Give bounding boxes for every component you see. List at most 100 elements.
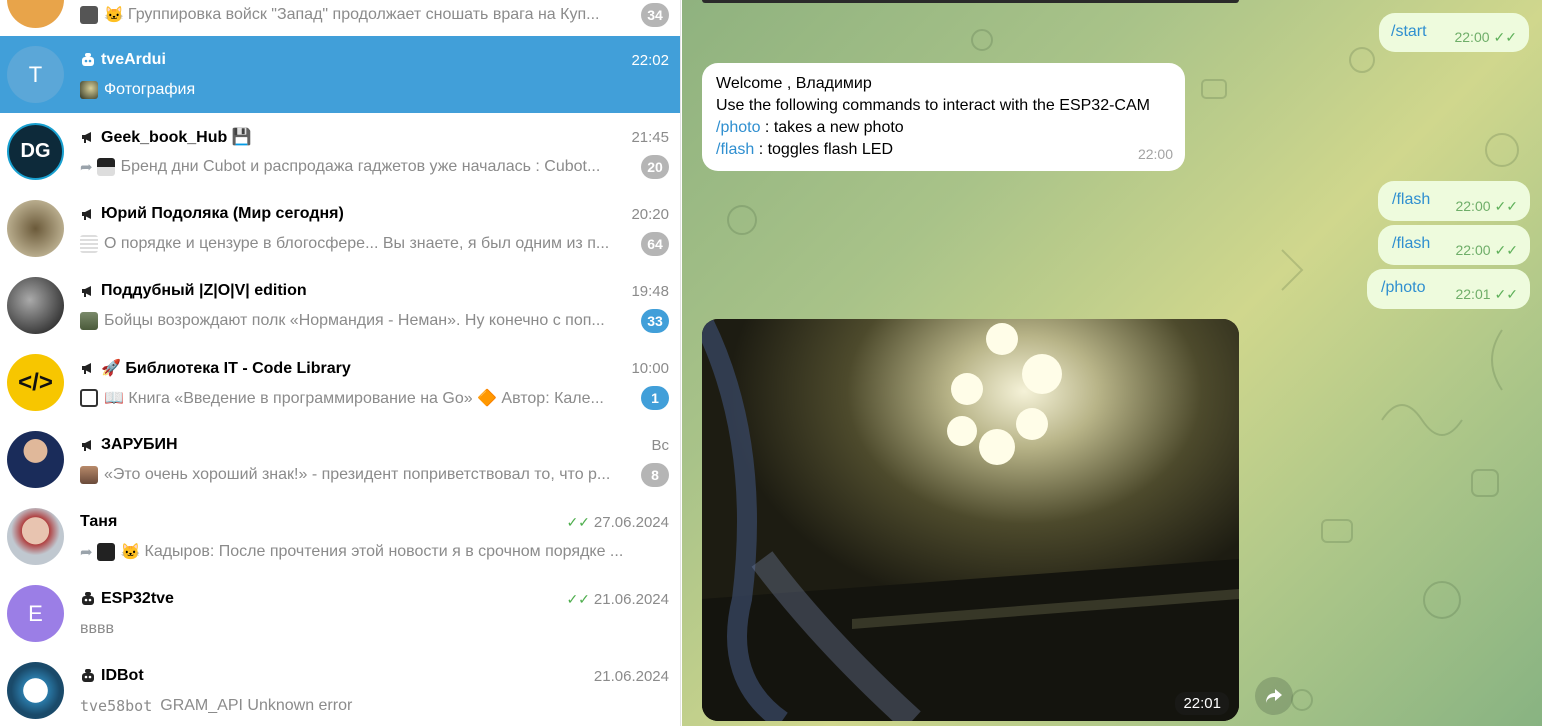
message-time: 22:01 (1455, 286, 1491, 302)
channel-icon (80, 283, 96, 299)
article-thumb-icon (80, 235, 98, 253)
photo-time: 22:01 (1175, 692, 1229, 715)
chat-item-tanya[interactable]: Таня ✓✓ 27.06.2024 ➦ 🐱 Кадыров: После про… (0, 498, 680, 575)
message-flash[interactable]: /flash 22:00 ✓✓ (1378, 225, 1530, 265)
chat-preview: Группировка войск "Запад" продолжает сно… (127, 6, 600, 23)
photo-command-link[interactable]: /photo (716, 119, 760, 136)
chat-item[interactable]: 🐱 Группировка войск "Запад" продолжает с… (0, 0, 680, 38)
chat-preview: Кадыров: После прочтения этой новости я … (144, 543, 624, 560)
message-meta: 22:00 ✓✓ (1455, 242, 1518, 260)
message-time: 22:00 (1454, 29, 1490, 45)
book-thumb-icon (80, 389, 98, 407)
double-check-icon: ✓✓ (1493, 29, 1517, 45)
avatar (7, 200, 64, 257)
flash-command-link[interactable]: /flash (716, 141, 754, 158)
chat-preview: Бойцы возрождают полк «Нормандия - Неман… (104, 312, 605, 329)
instructions-line: Use the following commands to interact w… (716, 97, 1150, 114)
chat-preview: 📖 Книга «Введение в программирование на … (104, 390, 604, 407)
photo-thumb-icon (80, 81, 98, 99)
message-photo-command[interactable]: /photo 22:01 ✓✓ (1367, 269, 1530, 309)
chat-title: Таня (80, 513, 118, 530)
bot-icon (80, 591, 96, 607)
chat-time-text: 27.06.2024 (593, 513, 669, 531)
message-welcome[interactable]: Welcome , Владимир Use the following com… (702, 63, 1185, 171)
photo-thumb-icon (80, 312, 98, 330)
avatar (7, 662, 64, 719)
cat-emoji-icon: 🐱 (120, 544, 141, 561)
avatar (7, 277, 64, 334)
unread-badge: 34 (641, 3, 669, 27)
message-time: 22:00 (1455, 198, 1491, 214)
photo-message[interactable]: 22:01 (702, 319, 1239, 721)
unread-badge: 1 (641, 386, 669, 410)
cat-emoji-icon: 🐱 (104, 7, 124, 24)
chat-time: Вс (651, 436, 669, 454)
chat-title: Geek_book_Hub 💾 (101, 129, 252, 146)
forward-icon: ➦ (80, 159, 93, 176)
message-time: 22:00 (1137, 146, 1173, 162)
command-link[interactable]: /photo (1381, 279, 1425, 296)
message-meta: 22:01 ✓✓ (1455, 286, 1518, 304)
chat-item-idbot[interactable]: IDBot 21.06.2024 tve58bot GRAM_API Unkno… (0, 652, 680, 726)
avatar (7, 508, 64, 565)
code-snippet: tve58bot (80, 697, 153, 715)
chat-item-poddubny[interactable]: Поддубный |Z|O|V| edition 19:48 Бойцы во… (0, 267, 680, 344)
message-time: 22:00 (1455, 242, 1491, 258)
double-check-icon: ✓✓ (1494, 242, 1518, 258)
avatar-letter: T (28, 61, 43, 87)
media-thumb-icon (96, 543, 115, 561)
chat-item-esp32tve[interactable]: E ESP32tve ✓✓ 21.06.2024 вввв (0, 575, 680, 652)
chat-title: ESP32tve (101, 590, 174, 607)
double-check-icon: ✓✓ (566, 513, 590, 530)
welcome-line: Welcome , Владимир (716, 75, 872, 92)
chat-time: 20:20 (631, 205, 669, 223)
photo-thumb-icon (80, 466, 98, 484)
chat-item-geek-book-hub[interactable]: DG Geek_book_Hub 💾 21:45 ➦ Бренд дни Cub… (0, 113, 680, 190)
unread-badge: 8 (641, 463, 669, 487)
chat-item-zarubin[interactable]: ЗАРУБИН Вс «Это очень хороший знак!» - п… (0, 421, 680, 498)
command-link[interactable]: /flash (1392, 191, 1430, 208)
channel-icon (80, 437, 96, 453)
chat-time: 21:45 (631, 128, 669, 146)
photo-command-desc: : takes a new photo (760, 119, 904, 136)
chat-time-text: 21.06.2024 (593, 590, 669, 608)
share-button[interactable] (1255, 677, 1293, 715)
chat-title: tveArdui (101, 51, 166, 68)
media-thumb-icon (96, 158, 115, 176)
message-meta: 22:00 ✓✓ (1455, 198, 1518, 216)
chat-time: 22:02 (631, 51, 669, 69)
avatar (7, 0, 64, 28)
bot-icon (80, 52, 96, 68)
message-start[interactable]: /start 22:00 ✓✓ (1379, 13, 1529, 52)
avatar (7, 431, 64, 488)
chat-title: IDBot (101, 667, 144, 684)
chat-preview: GRAM_API Unknown error (160, 697, 353, 714)
chat-preview: «Это очень хороший знак!» - президент по… (104, 466, 611, 483)
avatar: DG (7, 123, 64, 180)
forward-arrow-icon (1266, 689, 1282, 703)
chat-preview: О порядке и цензуре в блогосфере... Вы з… (104, 235, 610, 252)
unread-badge: 64 (641, 232, 669, 256)
chat-item-code-library[interactable]: </> 🚀 Библиотека IT - Code Library 10:00… (0, 344, 680, 421)
message-flash[interactable]: /flash 22:00 ✓✓ (1378, 181, 1530, 221)
double-check-icon: ✓✓ (1494, 198, 1518, 214)
chat-view: /start 22:00 ✓✓ Welcome , Владимир Use th… (682, 0, 1542, 726)
chat-time: 10:00 (631, 359, 669, 377)
chat-item-tveardui[interactable]: T tveArdui 22:02 Фотография (0, 36, 680, 113)
chat-preview: Бренд дни Cubot и распродажа гаджетов уж… (120, 158, 601, 175)
photo-image (702, 319, 1239, 721)
video-thumb-icon (80, 6, 98, 24)
chat-time: ✓✓ 27.06.2024 (566, 514, 669, 531)
unread-badge: 33 (641, 309, 669, 333)
double-check-icon: ✓✓ (566, 590, 590, 607)
chat-item-podolyaka[interactable]: Юрий Подоляка (Мир сегодня) 20:20 О поря… (0, 190, 680, 267)
chat-list: 🐱 Группировка войск "Запад" продолжает с… (0, 0, 681, 726)
unread-badge: 20 (641, 155, 669, 179)
command-link[interactable]: /start (1391, 23, 1427, 40)
chat-time: 21.06.2024 (593, 667, 669, 685)
chat-title: Юрий Подоляка (Мир сегодня) (101, 205, 344, 222)
channel-icon (80, 360, 96, 376)
chat-time: 19:48 (631, 282, 669, 300)
message-meta: 22:00 ✓✓ (1454, 29, 1517, 47)
command-link[interactable]: /flash (1392, 235, 1430, 252)
